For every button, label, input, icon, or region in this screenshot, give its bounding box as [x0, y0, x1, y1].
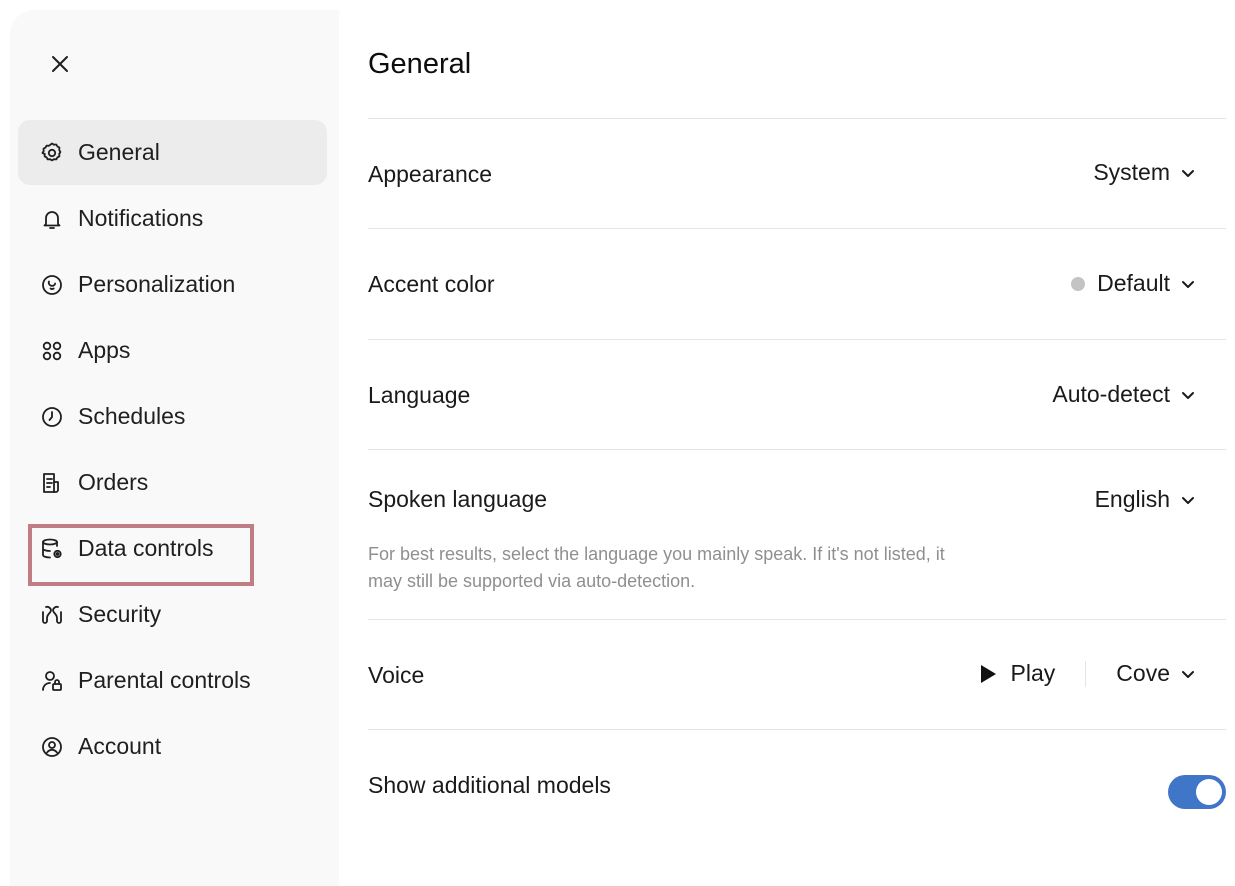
settings-nav: General Notifications Personalization Ap…: [18, 120, 327, 780]
additional-models-toggle[interactable]: [1168, 775, 1226, 809]
accent-color-label: Accent color: [368, 271, 495, 297]
sidebar-item-label: Notifications: [78, 205, 204, 231]
settings-dialog: General Notifications Personalization Ap…: [10, 10, 1235, 886]
language-row: Language Auto-detect: [368, 340, 1226, 450]
close-icon: [52, 56, 68, 72]
gear-icon: [40, 141, 64, 165]
voice-label: Voice: [368, 662, 425, 688]
settings-sidebar: General Notifications Personalization Ap…: [10, 10, 339, 886]
chevron-down-icon: [1180, 165, 1196, 181]
sidebar-item-apps[interactable]: Apps: [18, 318, 327, 383]
language-dropdown[interactable]: Auto-detect: [1052, 381, 1196, 408]
sidebar-item-data-controls[interactable]: Data controls: [18, 516, 327, 581]
accent-color-dropdown[interactable]: Default: [1071, 270, 1196, 297]
parental-lock-icon: [40, 669, 64, 693]
sidebar-item-label: General: [78, 139, 160, 165]
bell-icon: [40, 207, 64, 231]
chevron-down-icon: [1180, 492, 1196, 508]
sidebar-item-parental-controls[interactable]: Parental controls: [18, 648, 327, 713]
toggle-knob: [1196, 779, 1222, 805]
security-icon: [40, 603, 64, 627]
sidebar-item-label: Personalization: [78, 271, 236, 297]
apps-grid-icon: [40, 339, 64, 363]
sidebar-item-label: Orders: [78, 469, 149, 495]
voice-dropdown[interactable]: Cove: [1116, 660, 1196, 687]
voice-row: Voice Play Cove: [368, 620, 1226, 730]
sidebar-item-security[interactable]: Security: [18, 582, 327, 647]
sidebar-item-label: Apps: [78, 337, 131, 363]
sidebar-item-label: Account: [78, 733, 162, 759]
appearance-label: Appearance: [368, 161, 493, 187]
sidebar-item-personalization[interactable]: Personalization: [18, 252, 327, 317]
chevron-down-icon: [1180, 387, 1196, 403]
sidebar-item-label: Parental controls: [78, 667, 251, 693]
sidebar-item-orders[interactable]: Orders: [18, 450, 327, 515]
spoken-language-dropdown[interactable]: English: [1095, 486, 1196, 513]
spoken-language-help: For best results, select the language yo…: [368, 544, 945, 591]
sidebar-item-schedules[interactable]: Schedules: [18, 384, 327, 449]
play-icon: [980, 664, 996, 683]
appearance-dropdown[interactable]: System: [1093, 159, 1196, 186]
chevron-down-icon: [1180, 666, 1196, 682]
sidebar-item-label: Security: [78, 601, 162, 627]
sidebar-item-account[interactable]: Account: [18, 714, 327, 779]
appearance-value: System: [1093, 159, 1170, 185]
sidebar-item-notifications[interactable]: Notifications: [18, 186, 327, 251]
voice-value: Cove: [1116, 660, 1170, 686]
voice-controls: Play Cove: [979, 660, 1196, 687]
language-label: Language: [368, 382, 471, 408]
sidebar-item-label: Data controls: [78, 535, 214, 561]
spoken-language-value: English: [1094, 486, 1170, 512]
play-label: Play: [1010, 660, 1056, 686]
divider: [1085, 660, 1087, 687]
spoken-language-row: Spoken language English For best results…: [368, 450, 1226, 620]
additional-models-label: Show additional models: [368, 772, 611, 798]
language-value: Auto-detect: [1052, 381, 1170, 407]
accent-color-value: Default: [1097, 270, 1170, 296]
page-title: General: [368, 48, 472, 80]
accent-color-row: Accent color Default: [368, 229, 1226, 340]
personalization-icon: [40, 273, 64, 297]
receipt-icon: [40, 471, 64, 495]
spoken-language-label: Spoken language: [368, 486, 548, 512]
chevron-down-icon: [1180, 276, 1196, 292]
database-settings-icon: [40, 537, 64, 561]
sidebar-item-general[interactable]: General: [18, 120, 327, 185]
close-button[interactable]: [46, 50, 74, 78]
clock-icon: [40, 405, 64, 429]
play-voice-button[interactable]: Play: [979, 660, 1056, 687]
accent-color-swatch: [1071, 276, 1086, 291]
additional-models-row: Show additional models: [368, 730, 1226, 840]
sidebar-item-label: Schedules: [78, 403, 186, 429]
account-icon: [40, 735, 64, 759]
appearance-row: Appearance System: [368, 119, 1226, 229]
